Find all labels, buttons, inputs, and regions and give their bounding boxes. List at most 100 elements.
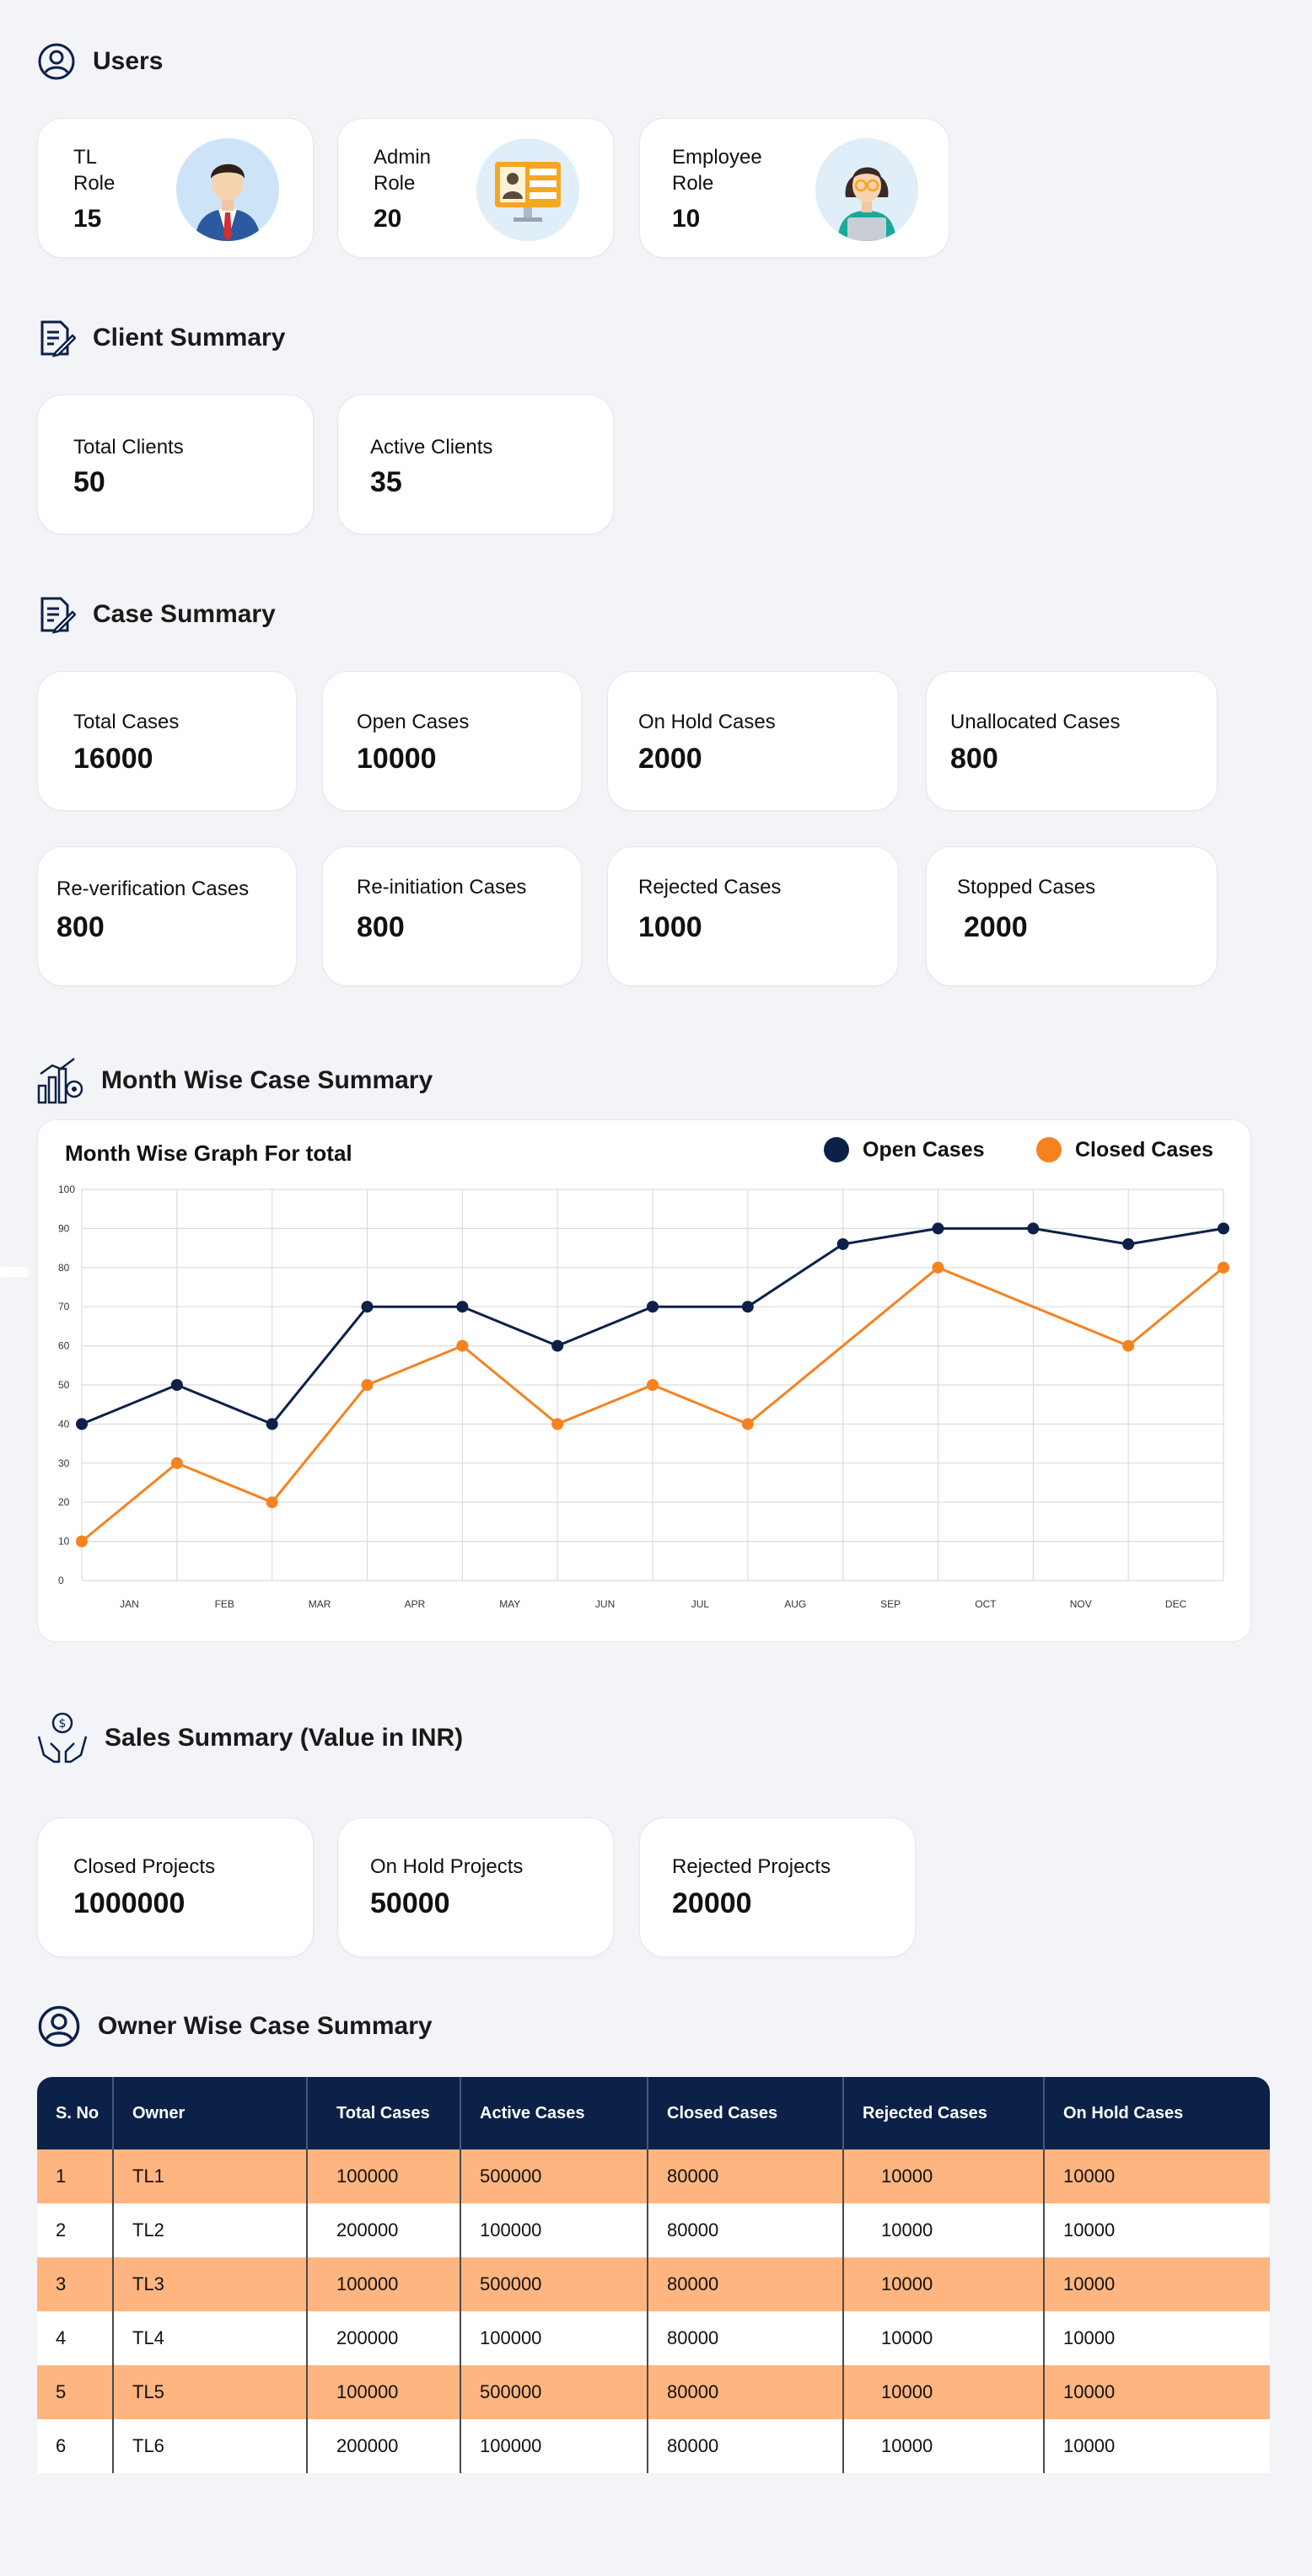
side-tab[interactable] [0, 1267, 29, 1277]
data-point-closed-cases [266, 1496, 278, 1509]
table-cell: 10000 [1044, 2149, 1270, 2203]
unallocated-cases-label: Unallocated Cases [950, 711, 1121, 733]
table-cell: 6 [37, 2419, 114, 2473]
table-cell: 100000 [460, 2203, 648, 2257]
data-point-closed-cases [170, 1457, 183, 1469]
col-header-sno[interactable]: S. No [37, 2077, 114, 2149]
admin-role-value: 20 [374, 205, 402, 233]
total-clients-value: 50 [73, 466, 105, 498]
table-cell: 10000 [843, 2419, 1045, 2473]
col-header-rejected-cases[interactable]: Rejected Cases [843, 2077, 1045, 2149]
closed-projects-card[interactable]: Closed Projects 1000000 [37, 1817, 314, 1957]
svg-text:$: $ [59, 1717, 67, 1731]
rejected-projects-card[interactable]: Rejected Projects 20000 [639, 1817, 916, 1957]
open-cases-label: Open Cases [357, 711, 470, 733]
rejected-cases-card[interactable]: Rejected Cases 1000 [607, 846, 899, 986]
data-point-closed-cases [932, 1261, 944, 1274]
data-point-closed-cases [456, 1339, 469, 1352]
table-cell: 10000 [1044, 2419, 1270, 2473]
unallocated-cases-card[interactable]: Unallocated Cases 800 [926, 671, 1218, 811]
rejected-projects-value: 20000 [672, 1887, 752, 1919]
total-clients-card[interactable]: Total Clients 50 [37, 394, 314, 534]
x-tick-label: JUN [595, 1598, 615, 1610]
total-cases-label: Total Cases [73, 711, 180, 733]
x-tick-label: OCT [975, 1598, 997, 1610]
reverification-cases-label: Re-verification Cases [56, 877, 250, 900]
table-cell: 100000 [307, 2149, 461, 2203]
table-cell: 80000 [648, 2419, 844, 2473]
data-point-closed-cases [647, 1379, 659, 1391]
table-cell: 80000 [648, 2365, 844, 2419]
data-point-open-cases [170, 1379, 183, 1391]
table-cell: TL1 [113, 2149, 308, 2203]
open-cases-value: 10000 [357, 743, 437, 775]
data-point-open-cases [266, 1418, 278, 1430]
stopped-cases-card[interactable]: Stopped Cases 2000 [926, 846, 1218, 986]
employee-role-label: Employee Role [672, 146, 762, 195]
table-cell: 3 [37, 2257, 114, 2311]
on-hold-cases-value: 2000 [638, 743, 702, 775]
active-clients-label: Active Clients [370, 436, 493, 459]
user-circle-icon [35, 40, 78, 83]
table-cell: 10000 [843, 2257, 1045, 2311]
table-cell: 500000 [460, 2365, 648, 2419]
tl-role-card[interactable]: TL Role 15 [37, 118, 314, 258]
reinitiation-cases-card[interactable]: Re-initiation Cases 800 [322, 846, 582, 986]
table-cell: 500000 [460, 2257, 648, 2311]
data-point-closed-cases [76, 1535, 88, 1548]
table-cell: 10000 [843, 2203, 1045, 2257]
employee-role-card[interactable]: Employee Role 10 [639, 118, 949, 258]
table-cell: 4 [37, 2311, 114, 2365]
users-section-header: Users [35, 40, 163, 83]
on-hold-projects-card[interactable]: On Hold Projects 50000 [337, 1817, 614, 1957]
data-point-open-cases [361, 1301, 374, 1313]
money-hands-icon: $ [35, 1711, 89, 1765]
y-tick-label: 40 [58, 1418, 70, 1430]
table-row[interactable]: 5 TL5 100000 500000 80000 10000 10000 [37, 2365, 1270, 2419]
open-cases-card[interactable]: Open Cases 10000 [322, 671, 582, 811]
x-tick-label: NOV [1070, 1598, 1092, 1610]
table-cell: 10000 [1044, 2311, 1270, 2365]
table-cell: 200000 [307, 2311, 461, 2365]
table-row[interactable]: 1 TL1 100000 500000 80000 10000 10000 [37, 2149, 1270, 2203]
x-tick-label: FEB [215, 1598, 234, 1610]
client-summary-title: Client Summary [93, 324, 286, 352]
table-row[interactable]: 2 TL2 200000 100000 80000 10000 10000 [37, 2203, 1270, 2257]
reinitiation-cases-label: Re-initiation Cases [357, 876, 527, 899]
active-clients-value: 35 [370, 466, 402, 498]
col-header-total-cases[interactable]: Total Cases [307, 2077, 461, 2149]
col-header-closed-cases[interactable]: Closed Cases [648, 2077, 844, 2149]
data-point-open-cases [1218, 1222, 1229, 1235]
data-point-open-cases [1027, 1222, 1040, 1235]
data-point-open-cases [741, 1301, 754, 1313]
rejected-projects-label: Rejected Projects [672, 1855, 831, 1878]
active-clients-card[interactable]: Active Clients 35 [337, 394, 614, 534]
y-tick-label: 20 [58, 1496, 70, 1508]
y-tick-label: 30 [58, 1457, 70, 1469]
table-row[interactable]: 6 TL6 200000 100000 80000 10000 10000 [37, 2419, 1270, 2473]
table-row[interactable]: 3 TL3 100000 500000 80000 10000 10000 [37, 2257, 1270, 2311]
table-cell: 80000 [648, 2311, 844, 2365]
sales-summary-title: Sales Summary (Value in INR) [105, 1724, 464, 1752]
y-tick-label: 80 [58, 1262, 70, 1274]
table-header-row: S. No Owner Total Cases Active Cases Clo… [37, 2077, 1270, 2149]
employee-avatar [815, 138, 918, 241]
employee-role-value: 10 [672, 205, 701, 233]
table-cell: 10000 [1044, 2365, 1270, 2419]
col-header-owner[interactable]: Owner [113, 2077, 308, 2149]
reverification-cases-card[interactable]: Re-verification Cases 800 [37, 846, 297, 986]
table-cell: 100000 [460, 2419, 648, 2473]
table-cell: 80000 [648, 2149, 844, 2203]
table-cell: 10000 [843, 2149, 1045, 2203]
on-hold-cases-card[interactable]: On Hold Cases 2000 [607, 671, 899, 811]
table-cell: TL6 [113, 2419, 308, 2473]
closed-projects-value: 1000000 [73, 1887, 186, 1919]
col-header-on-hold-cases[interactable]: On Hold Cases [1044, 2077, 1270, 2149]
edit-document-icon [35, 317, 78, 359]
line-chart-svg: 0 10 20 30 40 50 60 70 80 90 100 JAN FEB MAR APR MAY JUN… [58, 1183, 1229, 1610]
col-header-active-cases[interactable]: Active Cases [460, 2077, 648, 2149]
total-cases-card[interactable]: Total Cases 16000 [37, 671, 297, 811]
admin-role-card[interactable]: Admin Role 20 [337, 118, 614, 258]
table-row[interactable]: 4 TL4 200000 100000 80000 10000 10000 [37, 2311, 1270, 2365]
admin-role-label: Admin Role [374, 146, 432, 195]
